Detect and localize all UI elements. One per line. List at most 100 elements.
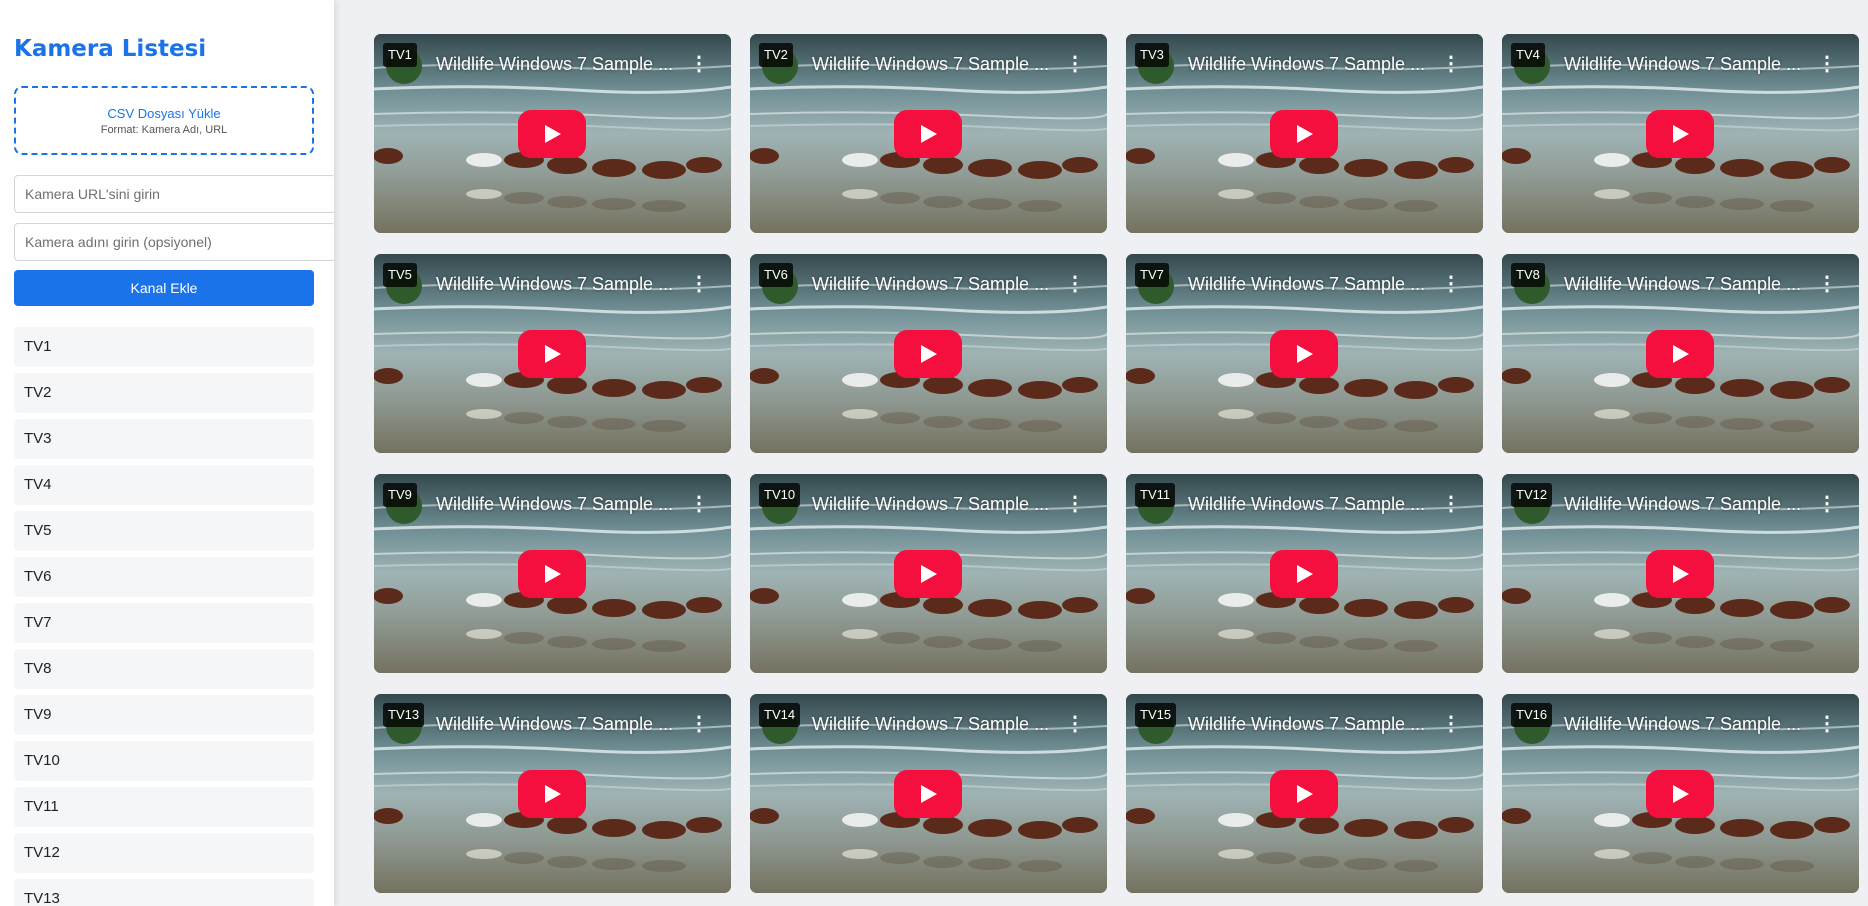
tile-name-badge: TV5: [383, 263, 417, 287]
channel-list-item[interactable]: TV9: [14, 695, 314, 735]
play-button-icon[interactable]: [518, 330, 586, 378]
csv-upload-label: CSV Dosyası Yükle: [107, 106, 221, 121]
video-title[interactable]: Wildlife Windows 7 Sample ...: [1564, 494, 1802, 515]
video-title[interactable]: Wildlife Windows 7 Sample ...: [436, 494, 674, 515]
video-title[interactable]: Wildlife Windows 7 Sample ...: [1188, 494, 1426, 515]
tile-name-badge: TV8: [1511, 263, 1545, 287]
play-button-icon[interactable]: [1270, 110, 1338, 158]
video-tile[interactable]: TV1 Wildlife Windows 7 Sample ... ⋮: [374, 34, 731, 233]
more-options-icon[interactable]: ⋮: [1065, 494, 1085, 514]
tile-name-badge: TV14: [759, 703, 801, 727]
video-title[interactable]: Wildlife Windows 7 Sample ...: [436, 714, 674, 735]
play-button-icon[interactable]: [518, 550, 586, 598]
video-tile[interactable]: TV11 Wildlife Windows 7 Sample ... ⋮: [1126, 474, 1483, 673]
tile-name-badge: TV9: [383, 483, 417, 507]
channel-list-item[interactable]: TV13: [14, 879, 314, 906]
video-tile[interactable]: TV8 Wildlife Windows 7 Sample ... ⋮: [1502, 254, 1859, 453]
play-button-icon[interactable]: [1646, 330, 1714, 378]
tile-name-badge: TV16: [1511, 703, 1553, 727]
channel-list-item[interactable]: TV3: [14, 419, 314, 459]
more-options-icon[interactable]: ⋮: [1817, 54, 1837, 74]
channel-list-item[interactable]: TV12: [14, 833, 314, 873]
video-tile[interactable]: TV2 Wildlife Windows 7 Sample ... ⋮: [750, 34, 1107, 233]
more-options-icon[interactable]: ⋮: [689, 54, 709, 74]
tile-name-badge: TV11: [1135, 483, 1176, 507]
video-title[interactable]: Wildlife Windows 7 Sample ...: [812, 274, 1050, 295]
tile-name-badge: TV10: [759, 483, 801, 507]
video-title[interactable]: Wildlife Windows 7 Sample ...: [812, 54, 1050, 75]
tile-name-badge: TV6: [759, 263, 793, 287]
more-options-icon[interactable]: ⋮: [1441, 274, 1461, 294]
play-button-icon[interactable]: [1270, 550, 1338, 598]
video-tile[interactable]: TV9 Wildlife Windows 7 Sample ... ⋮: [374, 474, 731, 673]
channel-list-item[interactable]: TV4: [14, 465, 314, 505]
tile-name-badge: TV7: [1135, 263, 1169, 287]
more-options-icon[interactable]: ⋮: [1065, 714, 1085, 734]
channel-list-item[interactable]: TV11: [14, 787, 314, 827]
sidebar-title: Kamera Listesi: [14, 36, 207, 62]
tile-name-badge: TV2: [759, 43, 793, 67]
channel-list-item[interactable]: TV6: [14, 557, 314, 597]
video-tile[interactable]: TV16 Wildlife Windows 7 Sample ... ⋮: [1502, 694, 1859, 893]
video-tile[interactable]: TV5 Wildlife Windows 7 Sample ... ⋮: [374, 254, 731, 453]
video-title[interactable]: Wildlife Windows 7 Sample ...: [812, 714, 1050, 735]
more-options-icon[interactable]: ⋮: [1065, 274, 1085, 294]
video-tile[interactable]: TV3 Wildlife Windows 7 Sample ... ⋮: [1126, 34, 1483, 233]
video-title[interactable]: Wildlife Windows 7 Sample ...: [436, 54, 674, 75]
tile-name-badge: TV1: [383, 43, 417, 67]
channel-list-item[interactable]: TV10: [14, 741, 314, 781]
camera-url-input[interactable]: [14, 175, 334, 213]
play-button-icon[interactable]: [518, 110, 586, 158]
channel-list: TV1 TV2 TV3 TV4 TV5 TV6 TV7 TV8 TV9 TV10 TV11 TV12 T…: [14, 327, 314, 906]
video-tile[interactable]: TV7 Wildlife Windows 7 Sample ... ⋮: [1126, 254, 1483, 453]
video-tile[interactable]: TV15 Wildlife Windows 7 Sample ... ⋮: [1126, 694, 1483, 893]
csv-format-hint: Format: Kamera Adı, URL: [100, 124, 228, 136]
more-options-icon[interactable]: ⋮: [1441, 714, 1461, 734]
more-options-icon[interactable]: ⋮: [1817, 274, 1837, 294]
play-button-icon[interactable]: [1646, 550, 1714, 598]
tile-name-badge: TV15: [1135, 703, 1177, 727]
video-title[interactable]: Wildlife Windows 7 Sample ...: [436, 274, 674, 295]
tile-name-badge: TV12: [1511, 483, 1553, 507]
channel-list-item[interactable]: TV7: [14, 603, 314, 643]
tile-name-badge: TV13: [383, 703, 425, 727]
more-options-icon[interactable]: ⋮: [1441, 494, 1461, 514]
video-tile[interactable]: TV4 Wildlife Windows 7 Sample ... ⋮: [1502, 34, 1859, 233]
more-options-icon[interactable]: ⋮: [1441, 54, 1461, 74]
video-title[interactable]: Wildlife Windows 7 Sample ...: [1188, 714, 1426, 735]
video-title[interactable]: Wildlife Windows 7 Sample ...: [1564, 714, 1802, 735]
channel-list-item[interactable]: TV8: [14, 649, 314, 689]
video-title[interactable]: Wildlife Windows 7 Sample ...: [1188, 274, 1426, 295]
video-tile[interactable]: TV13 Wildlife Windows 7 Sample ... ⋮: [374, 694, 731, 893]
video-tile[interactable]: TV12 Wildlife Windows 7 Sample ... ⋮: [1502, 474, 1859, 673]
channel-list-item[interactable]: TV2: [14, 373, 314, 413]
more-options-icon[interactable]: ⋮: [1817, 714, 1837, 734]
video-title[interactable]: Wildlife Windows 7 Sample ...: [1188, 54, 1426, 75]
more-options-icon[interactable]: ⋮: [1817, 494, 1837, 514]
video-tile[interactable]: TV14 Wildlife Windows 7 Sample ... ⋮: [750, 694, 1107, 893]
play-button-icon[interactable]: [894, 330, 962, 378]
video-title[interactable]: Wildlife Windows 7 Sample ...: [1564, 54, 1802, 75]
play-button-icon[interactable]: [518, 770, 586, 818]
add-channel-button[interactable]: Kanal Ekle: [14, 270, 314, 306]
csv-upload-dropzone[interactable]: CSV Dosyası Yükle Format: Kamera Adı, UR…: [14, 86, 314, 155]
tile-name-badge: TV4: [1511, 43, 1545, 67]
more-options-icon[interactable]: ⋮: [689, 274, 709, 294]
play-button-icon[interactable]: [894, 550, 962, 598]
play-button-icon[interactable]: [1270, 770, 1338, 818]
play-button-icon[interactable]: [894, 110, 962, 158]
channel-list-item[interactable]: TV1: [14, 327, 314, 367]
play-button-icon[interactable]: [1646, 110, 1714, 158]
play-button-icon[interactable]: [1270, 330, 1338, 378]
video-title[interactable]: Wildlife Windows 7 Sample ...: [812, 494, 1050, 515]
play-button-icon[interactable]: [894, 770, 962, 818]
more-options-icon[interactable]: ⋮: [1065, 54, 1085, 74]
more-options-icon[interactable]: ⋮: [689, 494, 709, 514]
more-options-icon[interactable]: ⋮: [689, 714, 709, 734]
play-button-icon[interactable]: [1646, 770, 1714, 818]
camera-name-input[interactable]: [14, 223, 334, 261]
video-tile[interactable]: TV6 Wildlife Windows 7 Sample ... ⋮: [750, 254, 1107, 453]
video-tile[interactable]: TV10 Wildlife Windows 7 Sample ... ⋮: [750, 474, 1107, 673]
video-title[interactable]: Wildlife Windows 7 Sample ...: [1564, 274, 1802, 295]
channel-list-item[interactable]: TV5: [14, 511, 314, 551]
